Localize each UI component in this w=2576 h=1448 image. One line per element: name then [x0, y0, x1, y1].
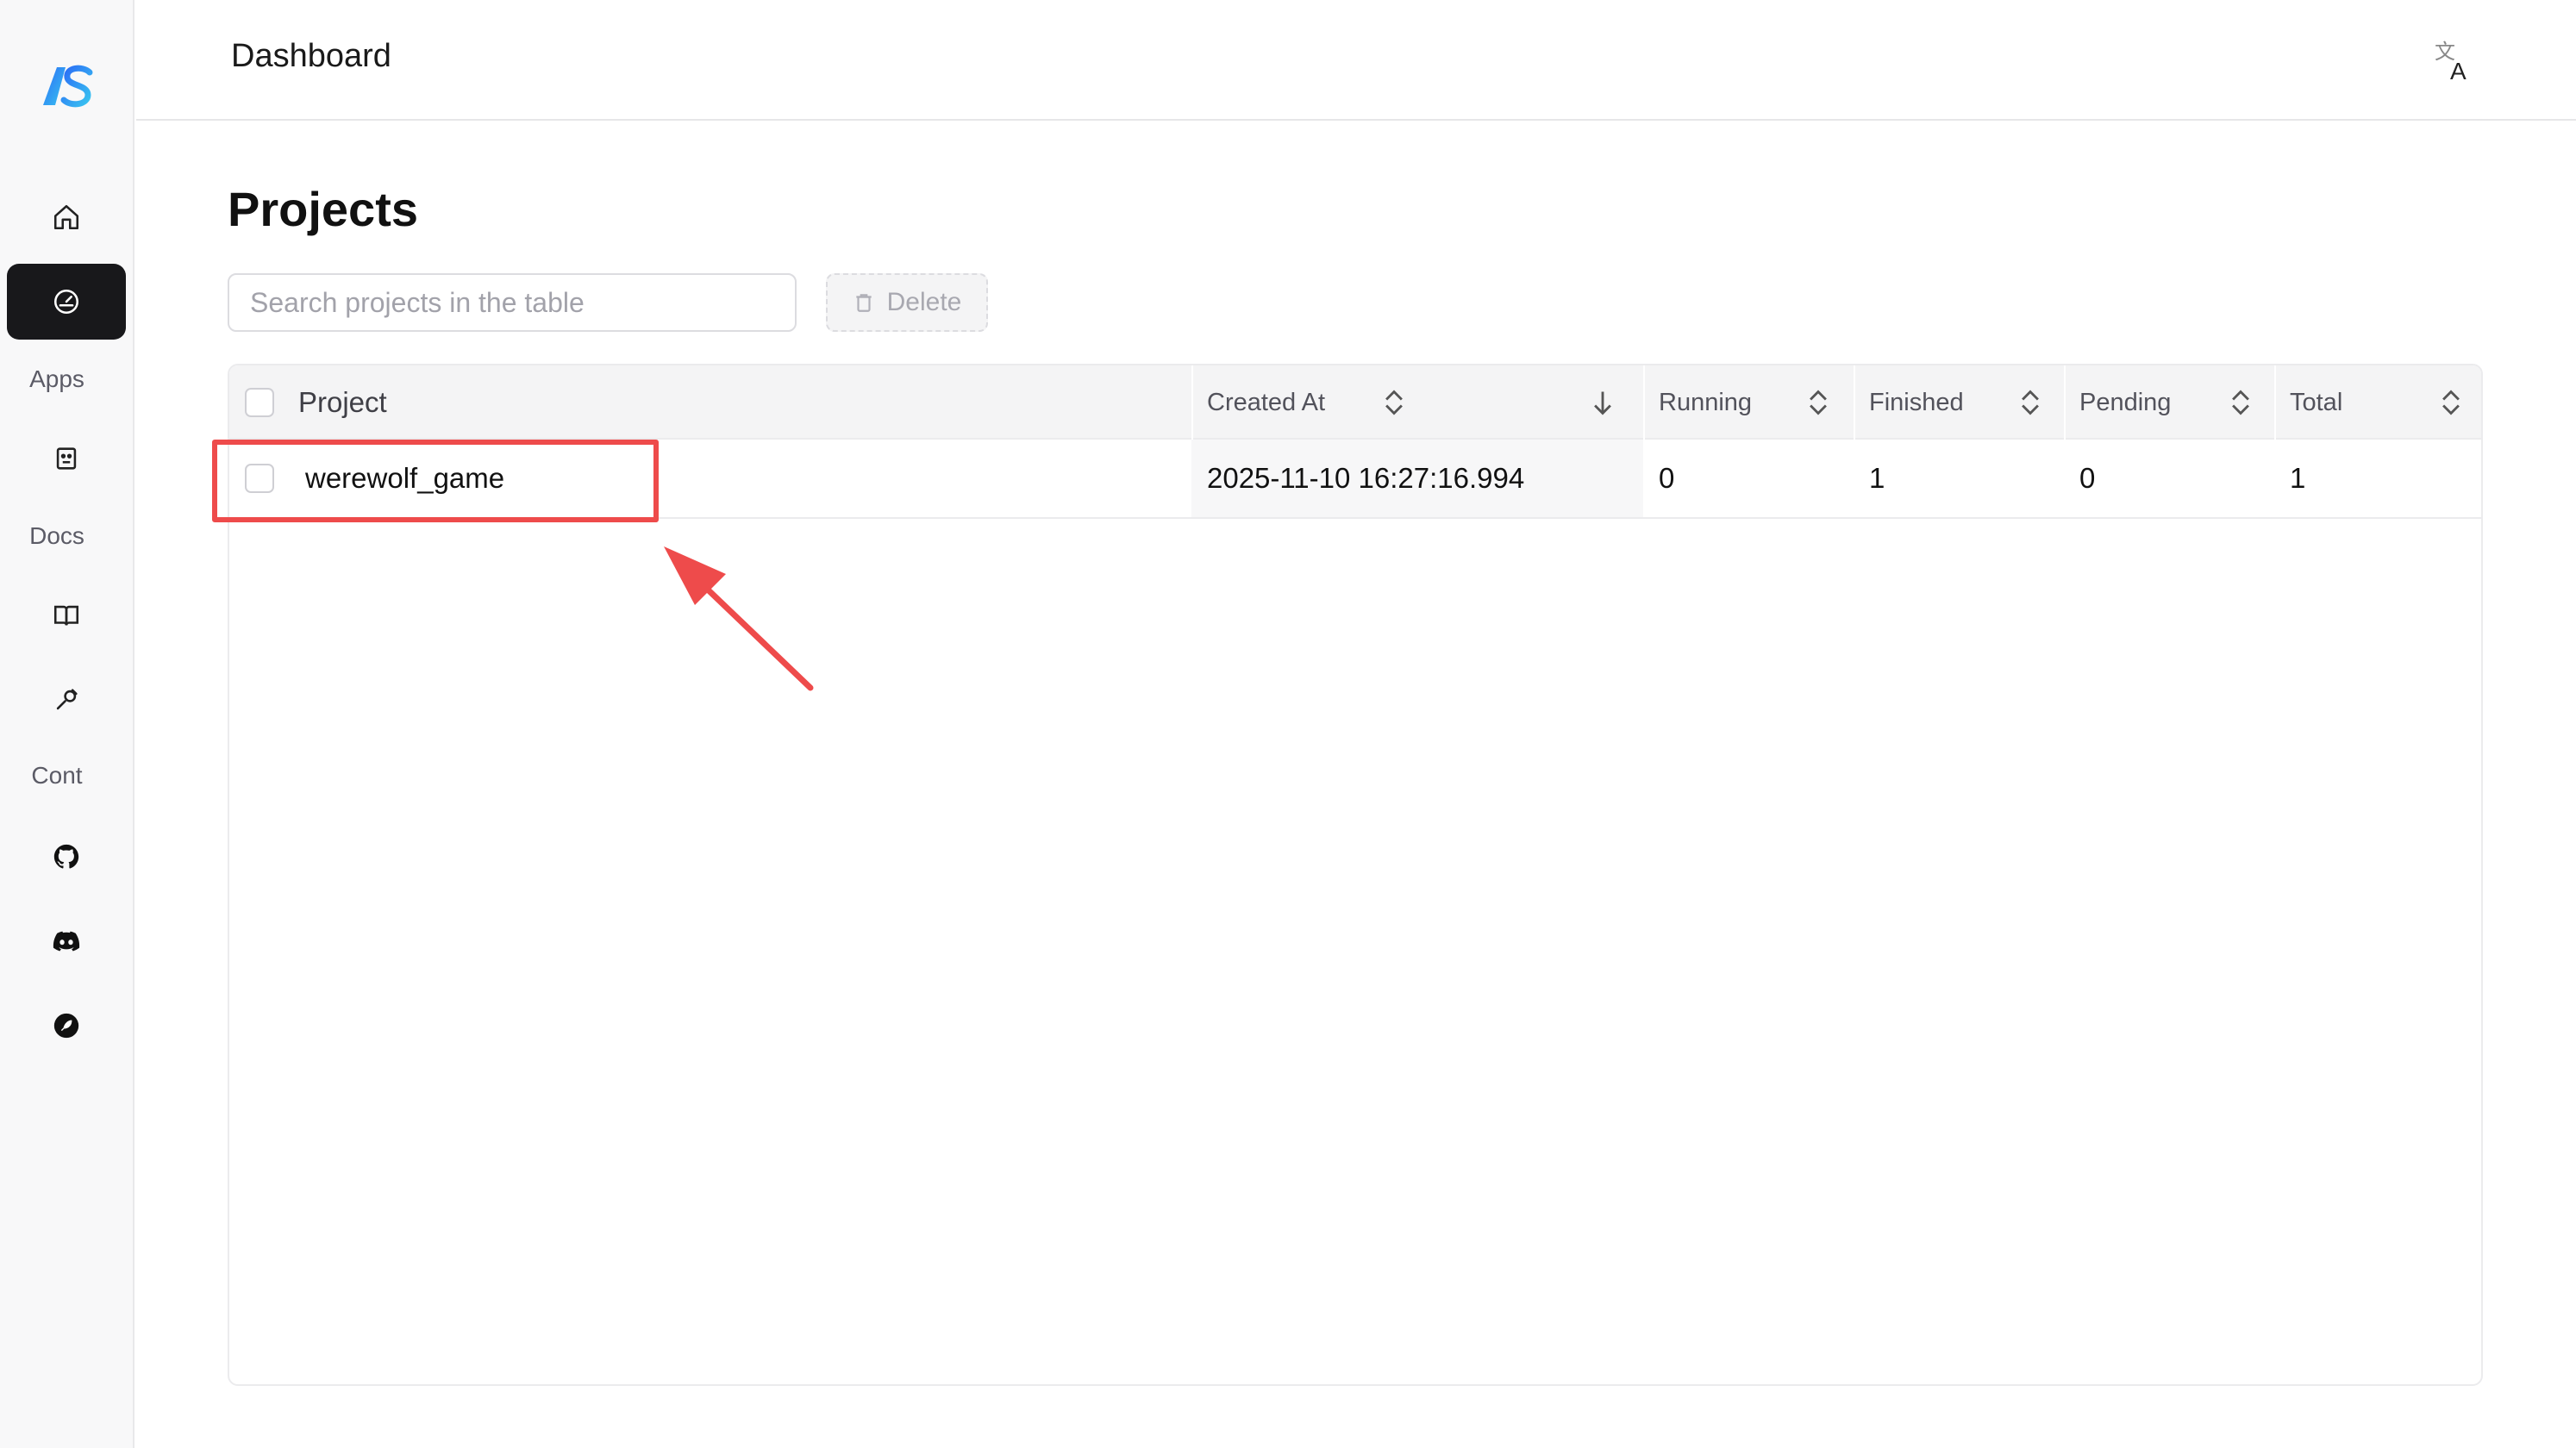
finished-value: 1	[1869, 462, 1885, 494]
translate-icon[interactable]: 文 A	[2431, 36, 2479, 84]
sort-icon[interactable]	[1805, 389, 1831, 416]
column-project-label: Project	[298, 386, 387, 418]
column-running-label: Running	[1659, 388, 1753, 416]
search-input[interactable]	[228, 273, 797, 332]
select-all-checkbox[interactable]	[245, 388, 274, 417]
column-pending[interactable]: Pending	[2079, 365, 2286, 440]
delete-button-label: Delete	[886, 288, 962, 316]
book-icon	[53, 605, 79, 626]
discord-icon	[53, 931, 80, 952]
column-finished[interactable]: Finished	[1869, 365, 2076, 440]
page-title: Projects	[228, 182, 418, 236]
nav-apps-robot[interactable]	[7, 421, 126, 496]
sort-icon[interactable]	[2017, 389, 2043, 416]
nav-dashboard[interactable]	[7, 264, 126, 340]
svg-text:A: A	[2450, 58, 2467, 84]
trash-icon	[855, 294, 872, 312]
column-finished-label: Finished	[1869, 388, 1964, 416]
top-header: Dashboard 文 A	[136, 0, 2576, 121]
total-value: 1	[2290, 462, 2306, 494]
nav-github[interactable]	[7, 819, 126, 895]
column-created-at-label: Created At	[1207, 388, 1326, 416]
logo-icon[interactable]	[40, 62, 95, 110]
column-running[interactable]: Running	[1659, 365, 1883, 440]
running-value: 0	[1659, 462, 1675, 494]
sort-icon[interactable]	[2228, 389, 2254, 416]
column-pending-label: Pending	[2079, 388, 2172, 416]
github-icon	[53, 844, 79, 869]
nav-home[interactable]	[7, 179, 126, 255]
column-total-label: Total	[2290, 388, 2343, 416]
nav-docs-book[interactable]	[7, 577, 126, 653]
nav-feather[interactable]	[7, 988, 126, 1064]
header-title: Dashboard	[231, 38, 391, 74]
sort-icon[interactable]	[2438, 389, 2464, 416]
created-at-value: 2025-11-10 16:27:16.994	[1191, 440, 1643, 517]
sidebar: Apps Docs Cont	[0, 0, 134, 1448]
highlight-box	[212, 440, 659, 522]
nav-discord[interactable]	[7, 903, 126, 979]
nav-label-docs: Docs	[29, 522, 84, 549]
tool-icon	[56, 689, 78, 710]
home-icon	[53, 204, 79, 230]
pending-value: 0	[2079, 462, 2096, 494]
delete-button[interactable]: Delete	[826, 273, 988, 332]
gauge-icon	[53, 289, 79, 315]
feather-icon	[53, 1013, 79, 1039]
nav-docs-tool[interactable]	[7, 662, 126, 738]
robot-icon	[56, 447, 77, 470]
nav-label-cont: Cont	[31, 762, 83, 789]
sort-descending-icon[interactable]	[1590, 389, 1616, 416]
nav-label-apps: Apps	[29, 365, 84, 392]
table-header: Project Created At Running Finished Pend…	[229, 365, 2481, 440]
column-total[interactable]: Total	[2290, 365, 2462, 440]
